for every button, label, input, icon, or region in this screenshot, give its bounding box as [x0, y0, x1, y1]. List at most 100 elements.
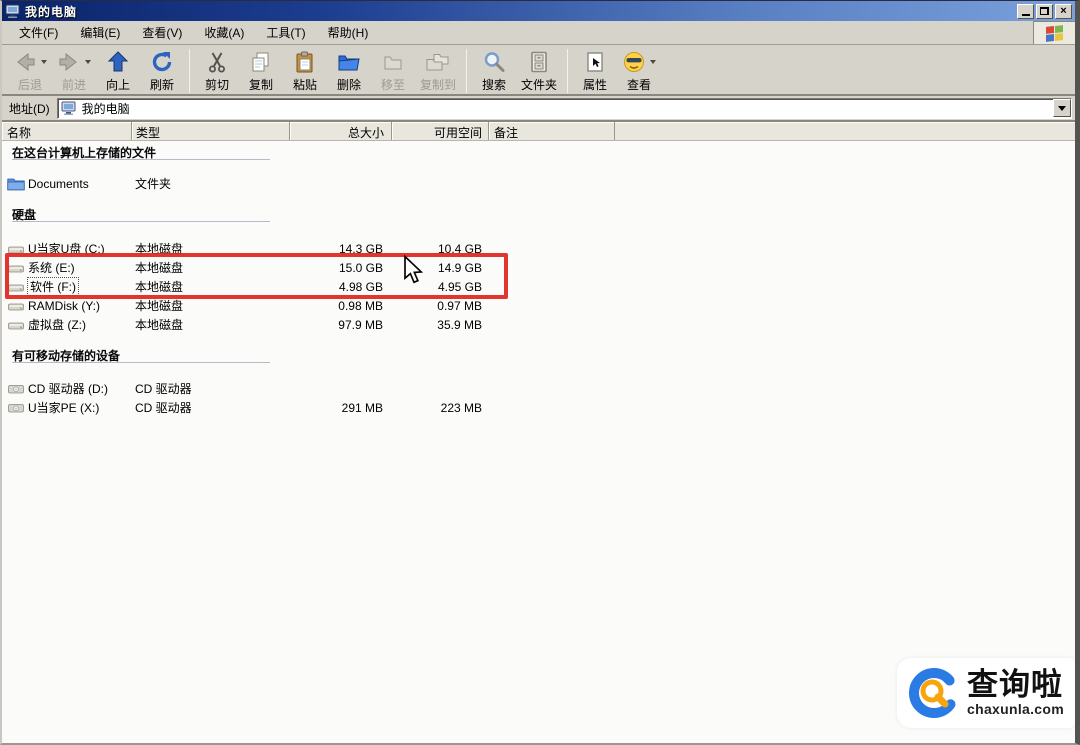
- hard-drive-icon: [7, 279, 25, 294]
- windows-flag-icon: [1046, 25, 1063, 42]
- item-free: 10.4 GB: [437, 241, 482, 256]
- list-item-drive-c[interactable]: U当家U盘 (C:) 本地磁盘 14.3 GB 10.4 GB: [2, 239, 1075, 258]
- restore-button[interactable]: [1036, 3, 1053, 19]
- item-name: U当家U盘 (C:): [28, 242, 105, 256]
- search-button[interactable]: 搜索: [472, 48, 516, 94]
- refresh-button[interactable]: 刷新: [140, 48, 184, 94]
- copyto-folders-icon: [426, 54, 449, 71]
- item-name: 软件 (F:): [27, 277, 79, 296]
- item-type: 本地磁盘: [135, 261, 184, 275]
- item-size: 291 MB: [341, 400, 383, 415]
- title-bar[interactable]: 我的电脑 ×: [2, 1, 1075, 21]
- folders-button[interactable]: 文件夹: [516, 48, 562, 94]
- item-type: CD 驱动器: [135, 401, 192, 415]
- item-size: 0.98 MB: [338, 298, 383, 313]
- copy-button[interactable]: 复制: [239, 48, 283, 94]
- forward-button[interactable]: 前进: [52, 48, 96, 94]
- delete-button[interactable]: 删除: [327, 48, 371, 94]
- menu-file[interactable]: 文件(F): [8, 21, 69, 44]
- minimize-icon: [1021, 13, 1030, 16]
- properties-button[interactable]: 属性: [573, 48, 617, 94]
- list-item-drive-d[interactable]: CD 驱动器 (D:) CD 驱动器: [2, 379, 1075, 398]
- folders-pane-icon: [531, 51, 547, 73]
- watermark-badge: 查询啦 chaxunla.com: [897, 658, 1075, 728]
- file-list: 在这台计算机上存储的文件 Documents 文件夹 硬盘 U当家U盘 (C:)…: [2, 141, 1075, 718]
- item-name: U当家PE (X:): [28, 401, 100, 415]
- forward-arrow-icon: [59, 52, 77, 72]
- list-item-drive-f[interactable]: 软件 (F:) 本地磁盘 4.98 GB 4.95 GB: [2, 277, 1075, 296]
- item-name: 系统 (E:): [28, 261, 75, 275]
- item-type: 本地磁盘: [135, 299, 184, 313]
- menu-tools[interactable]: 工具(T): [255, 21, 316, 44]
- menu-bar: 文件(F) 编辑(E) 查看(V) 收藏(A) 工具(T) 帮助(H): [2, 21, 1075, 45]
- item-type: CD 驱动器: [135, 382, 192, 396]
- item-name: Documents: [28, 176, 89, 191]
- item-type: 本地磁盘: [135, 280, 184, 294]
- item-free: 223 MB: [440, 400, 482, 415]
- menu-view[interactable]: 查看(V): [131, 21, 193, 44]
- toolbar-separator: [189, 49, 190, 93]
- scissors-icon: [209, 52, 225, 73]
- group-title-files-stored: 在这台计算机上存储的文件: [12, 144, 270, 160]
- paste-button[interactable]: 粘贴: [283, 48, 327, 94]
- item-size: 97.9 MB: [338, 317, 383, 332]
- cd-drive-icon: [7, 400, 25, 415]
- close-button[interactable]: ×: [1055, 3, 1072, 19]
- watermark-domain: chaxunla.com: [967, 701, 1064, 717]
- back-arrow-icon: [17, 52, 35, 72]
- back-button[interactable]: 后退: [8, 48, 52, 94]
- item-size: 14.3 GB: [338, 241, 383, 256]
- item-free: 4.95 GB: [437, 279, 482, 294]
- address-value: 我的电脑: [81, 101, 130, 116]
- item-type: 文件夹: [135, 177, 172, 191]
- cut-button[interactable]: 剪切: [195, 48, 239, 94]
- list-item-drive-z[interactable]: 虚拟盘 (Z:) 本地磁盘 97.9 MB 35.9 MB: [2, 315, 1075, 334]
- views-dropdown-caret[interactable]: [650, 60, 657, 64]
- up-button[interactable]: 向上: [96, 48, 140, 94]
- item-name: RAMDisk (Y:): [28, 298, 100, 313]
- my-computer-window: 我的电脑 × 文件(F) 编辑(E) 查看(V) 收藏(A) 工具(T) 帮助(…: [0, 0, 1080, 745]
- move-folder-icon: [384, 56, 402, 70]
- windows-logo-panel: [1033, 21, 1075, 44]
- hard-drive-icon: [7, 317, 25, 332]
- menu-favorites[interactable]: 收藏(A): [193, 21, 255, 44]
- menu-edit[interactable]: 编辑(E): [69, 21, 131, 44]
- item-name: 虚拟盘 (Z:): [28, 318, 86, 332]
- chaxunla-logo-icon: [909, 668, 959, 718]
- column-header-filler: [615, 122, 1075, 140]
- address-bar: 地址(D) 我的电脑: [2, 96, 1075, 122]
- move-to-button[interactable]: 移至: [371, 48, 415, 94]
- list-item-drive-e[interactable]: 系统 (E:) 本地磁盘 15.0 GB 14.9 GB: [2, 258, 1075, 277]
- watermark-title: 查询啦: [967, 667, 1063, 702]
- toolbar: 后退 前进 向上 刷新 剪切 复制 粘贴 删除 移至 复制到 搜索 文件夹 属性…: [2, 45, 1075, 96]
- window-title: 我的电脑: [25, 4, 78, 19]
- hard-drive-icon: [7, 241, 25, 256]
- toolbar-separator: [466, 49, 468, 93]
- address-combo[interactable]: 我的电脑: [56, 97, 1072, 119]
- magnifier-icon: [484, 52, 505, 72]
- back-dropdown-caret[interactable]: [41, 60, 47, 64]
- column-headers: 名称 类型 总大小 可用空间 备注: [2, 122, 1075, 141]
- cd-drive-icon: [7, 381, 25, 396]
- list-item-documents[interactable]: Documents 文件夹: [2, 174, 1075, 193]
- list-item-drive-y[interactable]: RAMDisk (Y:) 本地磁盘 0.98 MB 0.97 MB: [2, 296, 1075, 315]
- forward-dropdown-caret[interactable]: [85, 60, 91, 64]
- column-header-total-size[interactable]: 总大小: [290, 122, 392, 140]
- menu-help[interactable]: 帮助(H): [317, 21, 380, 44]
- item-type: 本地磁盘: [135, 242, 184, 256]
- item-size: 15.0 GB: [338, 260, 383, 275]
- close-icon: ×: [1060, 4, 1067, 17]
- copy-to-button[interactable]: 复制到: [415, 48, 461, 94]
- address-dropdown-button[interactable]: [1053, 99, 1071, 117]
- column-header-free-space[interactable]: 可用空间: [392, 122, 489, 140]
- column-header-comments[interactable]: 备注: [489, 122, 615, 140]
- views-button[interactable]: 查看: [617, 48, 661, 94]
- column-header-type[interactable]: 类型: [132, 122, 290, 140]
- item-type: 本地磁盘: [135, 318, 184, 332]
- column-header-name[interactable]: 名称: [2, 122, 132, 140]
- list-item-drive-x[interactable]: U当家PE (X:) CD 驱动器 291 MB 223 MB: [2, 398, 1075, 417]
- restore-icon: [1040, 7, 1049, 15]
- folder-icon: [7, 176, 25, 191]
- refresh-icon: [152, 52, 172, 72]
- minimize-button[interactable]: [1017, 3, 1034, 19]
